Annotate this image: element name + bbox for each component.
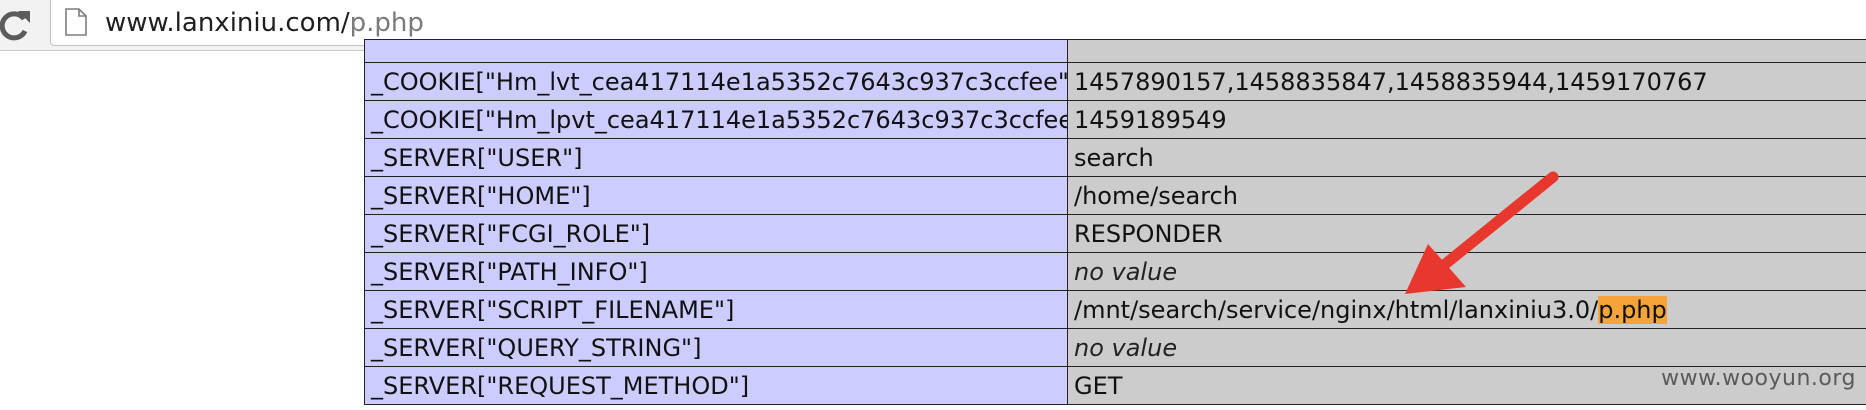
url-host: www.lanxiniu.com/: [105, 8, 350, 38]
url-path: p.php: [349, 8, 424, 38]
table-row: _SERVER["PATH_INFO"] no value: [364, 252, 1866, 291]
page-icon: [65, 8, 87, 36]
no-value-text: no value: [1074, 257, 1178, 286]
table-value-cell: [1067, 39, 1866, 63]
table-value-cell: /home/search: [1067, 176, 1866, 215]
table-value-cell: RESPONDER: [1067, 214, 1866, 253]
table-row: _SERVER["USER"] search: [364, 138, 1866, 177]
table-key-cell: _SERVER["USER"]: [364, 138, 1068, 177]
table-row: _SERVER["QUERY_STRING"] no value: [364, 328, 1866, 367]
table-key-cell: _COOKIE["Hm_lvt_cea417114e1a5352c7643c93…: [364, 62, 1068, 101]
table-row-script-filename: _SERVER["SCRIPT_FILENAME"] /mnt/search/s…: [364, 290, 1866, 329]
table-key-cell: _SERVER["QUERY_STRING"]: [364, 328, 1068, 367]
table-row: _SERVER["REQUEST_METHOD"] GET: [364, 366, 1866, 405]
table-value-cell: /mnt/search/service/nginx/html/lanxiniu3…: [1067, 290, 1866, 329]
table-value-cell: 1459189549: [1067, 100, 1866, 139]
table-row: _COOKIE["Hm_lpvt_cea417114e1a5352c7643c9…: [364, 100, 1866, 139]
table-key-cell: _SERVER["PATH_INFO"]: [364, 252, 1068, 291]
script-path-text: /mnt/search/service/nginx/html/lanxiniu3…: [1074, 295, 1599, 324]
table-row: _COOKIE["Hm_lvt_cea417114e1a5352c7643c93…: [364, 62, 1866, 101]
table-key-cell: _SERVER["REQUEST_METHOD"]: [364, 366, 1068, 405]
table-row-partial: [364, 39, 1866, 63]
url-text[interactable]: www.lanxiniu.com/p.php: [105, 7, 424, 39]
watermark: www.wooyun.org: [1661, 366, 1856, 391]
no-value-text: no value: [1074, 333, 1178, 362]
table-key-cell: _SERVER["HOME"]: [364, 176, 1068, 215]
table-row: _SERVER["HOME"] /home/search: [364, 176, 1866, 215]
table-value-cell: no value: [1067, 328, 1866, 367]
reload-icon[interactable]: [0, 5, 34, 45]
phpinfo-variables-table: _COOKIE["Hm_lvt_cea417114e1a5352c7643c93…: [364, 39, 1866, 405]
table-key-cell: _SERVER["FCGI_ROLE"]: [364, 214, 1068, 253]
highlighted-filename: p.php: [1598, 295, 1667, 324]
table-value-cell: 1457890157,1458835847,1458835944,1459170…: [1067, 62, 1866, 101]
table-value-cell: search: [1067, 138, 1866, 177]
table-key-cell: _SERVER["SCRIPT_FILENAME"]: [364, 290, 1068, 329]
table-row: _SERVER["FCGI_ROLE"] RESPONDER: [364, 214, 1866, 253]
table-key-cell: _COOKIE["Hm_lpvt_cea417114e1a5352c7643c9…: [364, 100, 1068, 139]
table-value-cell: no value: [1067, 252, 1866, 291]
table-key-cell: [364, 39, 1068, 63]
